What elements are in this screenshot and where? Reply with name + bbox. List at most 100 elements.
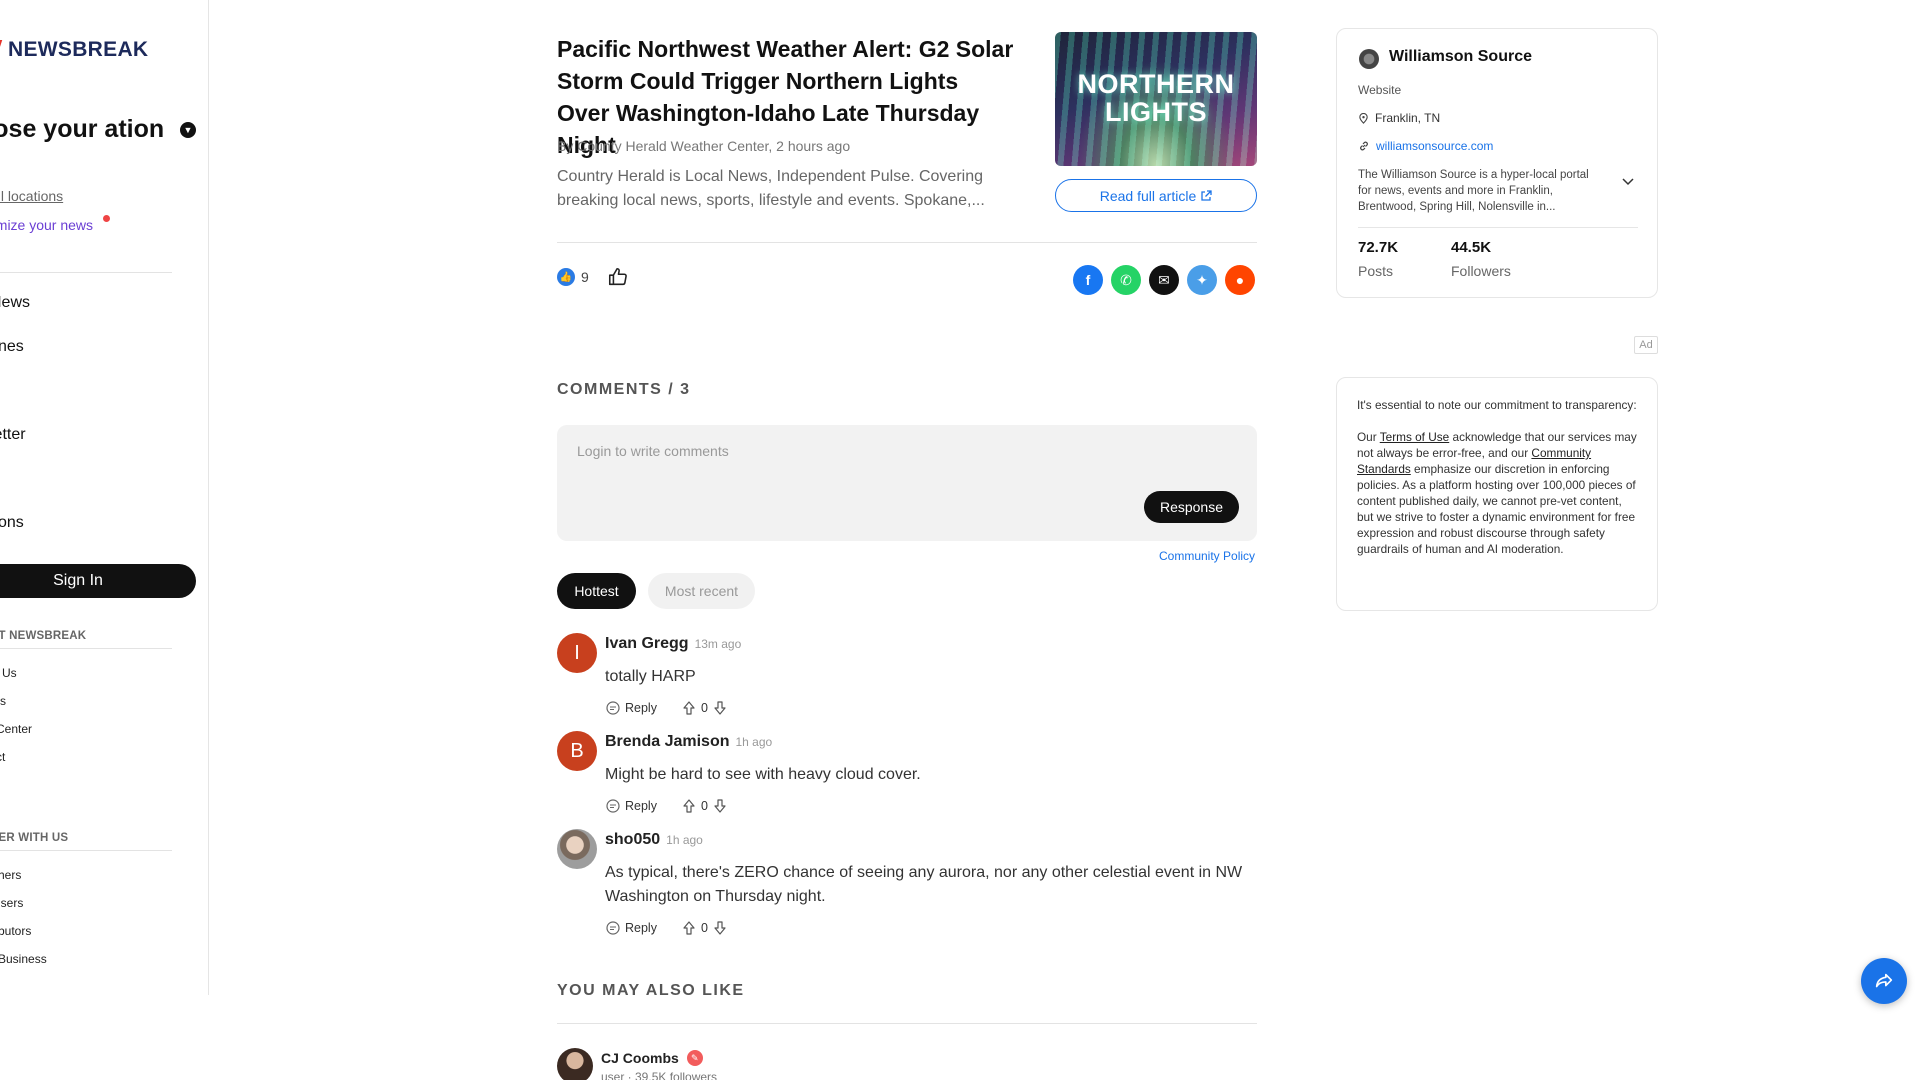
like-count-value: 9 bbox=[581, 269, 589, 285]
comment-text: As typical, there's ZERO chance of seein… bbox=[605, 864, 1243, 905]
verified-badge-icon: ✎ bbox=[686, 1050, 703, 1066]
upvote-icon[interactable] bbox=[681, 920, 697, 936]
share-arrow-icon bbox=[1875, 973, 1893, 988]
tab-most-recent[interactable]: Most recent bbox=[648, 573, 755, 609]
chevron-down-icon[interactable]: ▼ bbox=[180, 122, 196, 138]
thumbnail-text: NORTHERN LIGHTS bbox=[1077, 69, 1235, 127]
comment-text: Might be hard to see with heavy cloud co… bbox=[605, 766, 921, 783]
transparency-intro: It's essential to note our commitment to… bbox=[1357, 398, 1637, 412]
nav-item-newsletter[interactable]: sletter bbox=[0, 426, 26, 444]
avatar[interactable]: B bbox=[557, 731, 597, 771]
source-url-text[interactable]: williamsonsource.com bbox=[1376, 139, 1493, 153]
source-url[interactable]: williamsonsource.com bbox=[1358, 139, 1493, 153]
comment-author-name[interactable]: sho050 bbox=[605, 831, 660, 848]
reddit-icon[interactable]: ● bbox=[1225, 265, 1255, 295]
comment-item: I Ivan Gregg 13m ago totally HARP Reply 0 bbox=[557, 633, 1257, 723]
partner-link-publishers[interactable]: hers bbox=[0, 868, 21, 882]
read-full-article-button[interactable]: Read full article bbox=[1055, 179, 1257, 212]
about-section-title: UT NEWSBREAK bbox=[0, 630, 87, 642]
reply-button[interactable]: Reply bbox=[625, 921, 657, 935]
comment-author[interactable]: sho050 1h ago bbox=[605, 831, 703, 849]
sidebar-divider bbox=[0, 850, 172, 851]
partner-link-contributors[interactable]: butors bbox=[0, 924, 31, 938]
about-link-us[interactable]: Us bbox=[2, 666, 17, 680]
notification-dot bbox=[103, 215, 110, 222]
about-link-contact[interactable]: ct bbox=[0, 750, 5, 764]
comment-author[interactable]: Ivan Gregg 13m ago bbox=[605, 635, 741, 653]
comment-placeholder: Login to write comments bbox=[577, 443, 729, 459]
response-button[interactable]: Response bbox=[1143, 491, 1239, 523]
reply-icon[interactable] bbox=[605, 920, 621, 936]
reply-icon[interactable] bbox=[605, 798, 621, 814]
article-divider bbox=[557, 242, 1257, 243]
comment-author[interactable]: Brenda Jamison 1h ago bbox=[605, 733, 772, 751]
newsbreak-logo[interactable]: NEWSBREAK bbox=[0, 38, 148, 62]
partner-link-business[interactable]: Business bbox=[0, 952, 47, 966]
location-pin-icon bbox=[1359, 112, 1368, 124]
suggested-user-meta: user · 39.5K followers bbox=[601, 1070, 718, 1080]
comment-author-name[interactable]: Brenda Jamison bbox=[605, 733, 729, 750]
upvote-icon[interactable] bbox=[681, 700, 697, 716]
sign-in-button[interactable]: Sign In bbox=[0, 564, 196, 598]
nav-item-6[interactable]: ctions bbox=[0, 514, 24, 532]
customize-news-link[interactable]: omize your news bbox=[0, 217, 93, 233]
article-thumbnail[interactable]: NORTHERN LIGHTS bbox=[1055, 32, 1257, 166]
all-locations-link[interactable]: all locations bbox=[0, 188, 63, 204]
reply-button[interactable]: Reply bbox=[625, 701, 657, 715]
external-link-icon bbox=[1201, 189, 1212, 201]
source-name[interactable]: Williamson Source bbox=[1389, 48, 1532, 66]
avatar[interactable] bbox=[557, 1048, 593, 1080]
reply-button[interactable]: Reply bbox=[625, 799, 657, 813]
source-location-text: Franklin, TN bbox=[1375, 111, 1441, 125]
link-icon bbox=[1360, 141, 1368, 151]
about-link-careers[interactable]: rs bbox=[0, 694, 6, 708]
section-divider bbox=[557, 1023, 1257, 1024]
about-link-help-center[interactable]: Center bbox=[0, 722, 32, 736]
tab-hottest[interactable]: Hottest bbox=[557, 573, 636, 609]
comment-item: B Brenda Jamison 1h ago Might be hard to … bbox=[557, 731, 1257, 821]
source-logo-icon[interactable] bbox=[1359, 49, 1379, 69]
vote-count: 0 bbox=[700, 799, 708, 813]
downvote-icon[interactable] bbox=[712, 798, 728, 814]
source-type: Website bbox=[1358, 83, 1402, 97]
facebook-icon[interactable]: f bbox=[1073, 265, 1103, 295]
comment-author-name[interactable]: Ivan Gregg bbox=[605, 635, 689, 652]
twitter-icon[interactable]: ✦ bbox=[1187, 265, 1217, 295]
avatar[interactable]: I bbox=[557, 633, 597, 673]
chevron-down-icon[interactable] bbox=[1621, 174, 1635, 188]
logo-text: NEWSBREAK bbox=[8, 38, 149, 61]
source-card: Williamson Source Website Franklin, TN w… bbox=[1336, 28, 1658, 298]
comment-text: totally HARP bbox=[605, 668, 696, 685]
posts-label: Posts bbox=[1358, 263, 1394, 279]
partner-link-advertisers[interactable]: isers bbox=[0, 896, 23, 910]
upvote-icon[interactable] bbox=[681, 798, 697, 814]
community-policy-link[interactable]: Community Policy bbox=[1159, 549, 1255, 563]
choose-location-title: oose your ation bbox=[0, 115, 165, 143]
you-may-also-like-header: YOU MAY ALSO LIKE bbox=[557, 982, 745, 999]
read-full-label: Read full article bbox=[1099, 187, 1197, 204]
thumbs-up-icon[interactable] bbox=[607, 266, 629, 288]
comment-item: sho050 1h ago As typical, there's ZERO ch… bbox=[557, 829, 1257, 944]
comment-input[interactable]: Login to write comments Response bbox=[557, 425, 1257, 541]
comment-actions: Reply 0 bbox=[605, 798, 728, 814]
downvote-icon[interactable] bbox=[712, 700, 728, 716]
reply-icon[interactable] bbox=[605, 700, 621, 716]
ad-badge: Ad bbox=[1634, 336, 1658, 354]
sidebar-divider bbox=[0, 272, 172, 273]
source-divider bbox=[1358, 227, 1638, 228]
vote-count: 0 bbox=[700, 701, 708, 715]
nav-item-local-news[interactable]: l News bbox=[0, 294, 30, 312]
avatar[interactable] bbox=[557, 829, 597, 869]
email-icon[interactable]: ✉ bbox=[1149, 265, 1179, 295]
share-fab-button[interactable] bbox=[1861, 958, 1907, 1004]
terms-of-use-link[interactable]: Terms of Use bbox=[1380, 430, 1450, 444]
downvote-icon[interactable] bbox=[712, 920, 728, 936]
suggested-user[interactable]: CJ Coombs ✎ bbox=[601, 1050, 703, 1066]
source-description: The Williamson Source is a hyper-local p… bbox=[1358, 169, 1589, 213]
like-badge-icon: 👍 bbox=[557, 268, 575, 286]
posts-count: 72.7K bbox=[1358, 239, 1399, 256]
suggested-user-name[interactable]: CJ Coombs bbox=[601, 1050, 679, 1066]
nav-item-headlines[interactable]: dlines bbox=[0, 338, 24, 356]
whatsapp-icon[interactable]: ✆ bbox=[1111, 265, 1141, 295]
sidebar-divider bbox=[0, 648, 172, 649]
